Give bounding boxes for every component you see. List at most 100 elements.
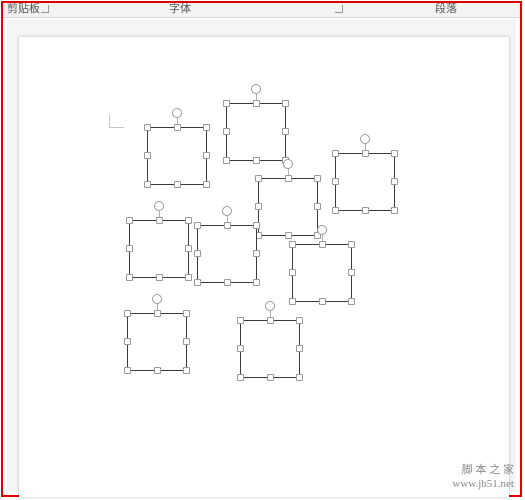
rotate-handle-icon[interactable] xyxy=(251,84,261,94)
resize-handle-top[interactable] xyxy=(174,124,181,131)
shape-rect-5[interactable] xyxy=(129,202,189,278)
clipboard-launcher-icon[interactable] xyxy=(41,5,49,13)
resize-handle-bottom-left[interactable] xyxy=(144,181,151,188)
resize-handle-bottom-left[interactable] xyxy=(126,274,133,281)
resize-handle-top-right[interactable] xyxy=(253,222,260,229)
resize-handle-bottom[interactable] xyxy=(174,181,181,188)
resize-handle-top-left[interactable] xyxy=(223,100,230,107)
resize-handle-right[interactable] xyxy=(348,269,355,276)
resize-handle-bottom-right[interactable] xyxy=(203,181,210,188)
resize-handle-bottom[interactable] xyxy=(224,279,231,286)
resize-handle-top-left[interactable] xyxy=(237,317,244,324)
resize-handle-top-right[interactable] xyxy=(185,217,192,224)
resize-handle-right[interactable] xyxy=(253,250,260,257)
resize-handle-bottom-left[interactable] xyxy=(223,157,230,164)
rectangle-shape[interactable] xyxy=(127,313,187,371)
rotate-handle-icon[interactable] xyxy=(222,206,232,216)
resize-handle-bottom-right[interactable] xyxy=(391,207,398,214)
resize-handle-right[interactable] xyxy=(282,128,289,135)
resize-handle-bottom-right[interactable] xyxy=(185,274,192,281)
resize-handle-top-left[interactable] xyxy=(194,222,201,229)
document-area xyxy=(7,19,516,491)
resize-handle-top-left[interactable] xyxy=(289,241,296,248)
resize-handle-top-left[interactable] xyxy=(126,217,133,224)
rectangle-shape[interactable] xyxy=(240,320,300,378)
resize-handle-bottom-left[interactable] xyxy=(237,374,244,381)
resize-handle-right[interactable] xyxy=(185,245,192,252)
ribbon-section-clipboard-label: 剪贴板 xyxy=(7,3,40,16)
resize-handle-bottom-right[interactable] xyxy=(296,374,303,381)
ribbon-section-font-label: 字体 xyxy=(169,3,191,16)
resize-handle-bottom-right[interactable] xyxy=(183,367,190,374)
rectangle-shape[interactable] xyxy=(226,103,286,161)
font-launcher-icon[interactable] xyxy=(335,5,343,13)
resize-handle-bottom-left[interactable] xyxy=(124,367,131,374)
shape-rect-9[interactable] xyxy=(240,302,300,378)
rotate-handle-icon[interactable] xyxy=(360,134,370,144)
resize-handle-top[interactable] xyxy=(224,222,231,229)
resize-handle-top-left[interactable] xyxy=(124,310,131,317)
resize-handle-left[interactable] xyxy=(144,152,151,159)
resize-handle-left[interactable] xyxy=(332,178,339,185)
shape-rect-7[interactable] xyxy=(292,226,352,302)
shape-rect-2[interactable] xyxy=(226,85,286,161)
resize-handle-top-right[interactable] xyxy=(391,150,398,157)
rotate-handle-icon[interactable] xyxy=(154,201,164,211)
resize-handle-top[interactable] xyxy=(253,100,260,107)
resize-handle-top-left[interactable] xyxy=(255,175,262,182)
shape-rect-1[interactable] xyxy=(147,109,207,185)
resize-handle-bottom[interactable] xyxy=(154,367,161,374)
rotate-handle-icon[interactable] xyxy=(152,294,162,304)
resize-handle-bottom-right[interactable] xyxy=(348,298,355,305)
rectangle-shape[interactable] xyxy=(197,225,257,283)
rotate-handle-icon[interactable] xyxy=(283,159,293,169)
resize-handle-top[interactable] xyxy=(154,310,161,317)
resize-handle-bottom[interactable] xyxy=(319,298,326,305)
resize-handle-top[interactable] xyxy=(362,150,369,157)
resize-handle-left[interactable] xyxy=(194,250,201,257)
resize-handle-bottom-left[interactable] xyxy=(194,279,201,286)
resize-handle-right[interactable] xyxy=(296,345,303,352)
resize-handle-bottom-left[interactable] xyxy=(332,207,339,214)
shape-rect-8[interactable] xyxy=(127,295,187,371)
rectangle-shape[interactable] xyxy=(335,153,395,211)
rotate-handle-icon[interactable] xyxy=(265,301,275,311)
resize-handle-right[interactable] xyxy=(391,178,398,185)
resize-handle-left[interactable] xyxy=(237,345,244,352)
resize-handle-top[interactable] xyxy=(156,217,163,224)
resize-handle-right[interactable] xyxy=(183,338,190,345)
resize-handle-top[interactable] xyxy=(267,317,274,324)
resize-handle-bottom[interactable] xyxy=(156,274,163,281)
resize-handle-top[interactable] xyxy=(319,241,326,248)
rectangle-shape[interactable] xyxy=(147,127,207,185)
resize-handle-top-right[interactable] xyxy=(282,100,289,107)
rectangle-shape[interactable] xyxy=(292,244,352,302)
rectangle-shape[interactable] xyxy=(129,220,189,278)
shape-rect-6[interactable] xyxy=(197,207,257,283)
resize-handle-right[interactable] xyxy=(203,152,210,159)
resize-handle-bottom-right[interactable] xyxy=(253,279,260,286)
resize-handle-bottom[interactable] xyxy=(285,232,292,239)
resize-handle-left[interactable] xyxy=(126,245,133,252)
document-page[interactable] xyxy=(19,37,509,497)
resize-handle-left[interactable] xyxy=(223,128,230,135)
rotate-handle-icon[interactable] xyxy=(172,108,182,118)
screenshot-frame: 剪贴板 字体 段落 脚 本 之 家 www.jb51.net xyxy=(1,1,522,497)
resize-handle-top[interactable] xyxy=(285,175,292,182)
resize-handle-right[interactable] xyxy=(314,203,321,210)
shape-rect-4[interactable] xyxy=(258,160,318,236)
resize-handle-bottom[interactable] xyxy=(267,374,274,381)
resize-handle-left[interactable] xyxy=(289,269,296,276)
resize-handle-top-left[interactable] xyxy=(332,150,339,157)
shape-rect-3[interactable] xyxy=(335,135,395,211)
ribbon-section-paragraph-label: 段落 xyxy=(435,3,457,16)
resize-handle-top-right[interactable] xyxy=(183,310,190,317)
resize-handle-top-left[interactable] xyxy=(144,124,151,131)
resize-handle-top-right[interactable] xyxy=(348,241,355,248)
resize-handle-top-right[interactable] xyxy=(203,124,210,131)
resize-handle-top-right[interactable] xyxy=(296,317,303,324)
rotate-handle-icon[interactable] xyxy=(317,225,327,235)
resize-handle-bottom[interactable] xyxy=(362,207,369,214)
resize-handle-top-right[interactable] xyxy=(314,175,321,182)
resize-handle-left[interactable] xyxy=(124,338,131,345)
